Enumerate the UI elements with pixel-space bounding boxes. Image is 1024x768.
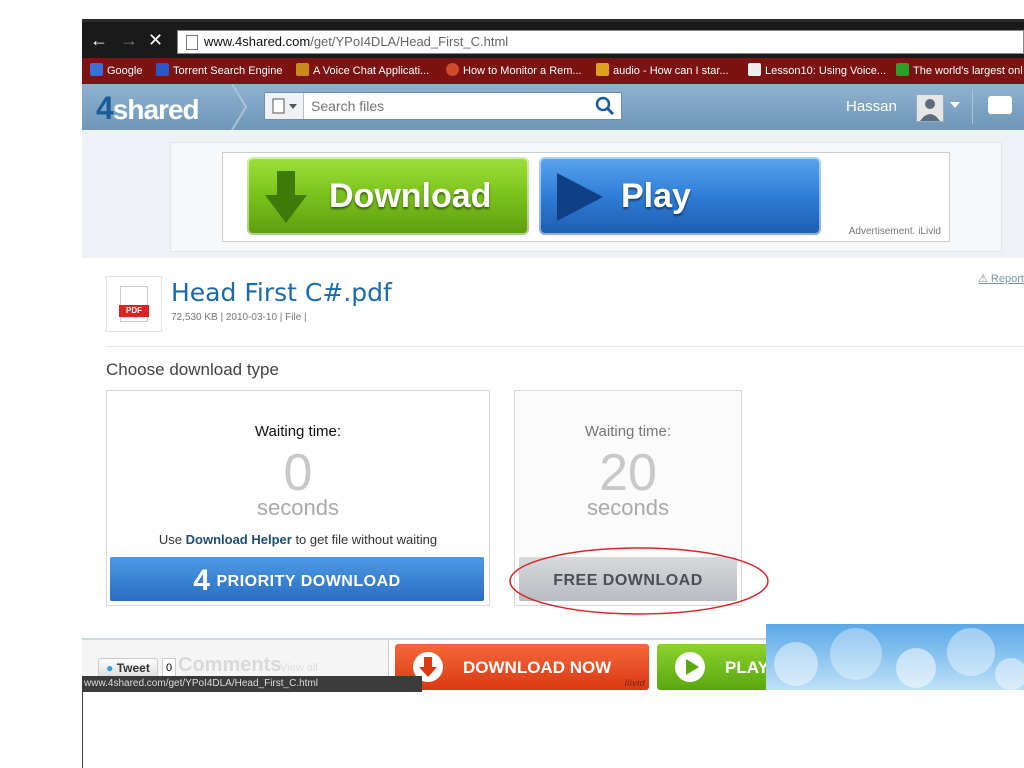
blank-area	[83, 692, 1024, 768]
highlight-ellipse	[509, 547, 769, 615]
browser-status-bar: www.4shared.com/get/YPoI4DLA/Head_First_…	[82, 676, 422, 692]
helper-suffix: to get file without waiting	[291, 532, 438, 547]
bookmark-label: Torrent Search Engine	[173, 65, 283, 77]
ilivid-mark: ilivid	[624, 678, 645, 688]
codeproject-icon	[296, 63, 309, 76]
ad-play-label: Play	[621, 177, 691, 215]
bubbles-ad-image[interactable]	[766, 624, 1024, 690]
window-edge	[82, 692, 83, 768]
tweet-label: Tweet	[116, 661, 150, 675]
waiting-time-label: Waiting time:	[254, 423, 342, 440]
download-arrow-icon	[265, 171, 307, 223]
bookmark-lesson10[interactable]: Lesson10: Using Voice...	[748, 63, 886, 77]
bookmarks-bar: Google Torrent Search Engine A Voice Cha…	[82, 58, 1024, 84]
download-now-label: DOWNLOAD NOW	[463, 658, 612, 677]
pdf-icon: PDF	[119, 286, 149, 322]
file-type-icon	[272, 98, 297, 114]
tweet-button[interactable]: ● Tweet	[98, 658, 158, 678]
page-icon	[748, 63, 761, 76]
priority-download-button[interactable]: 4 PRIORITY DOWNLOAD	[110, 557, 484, 601]
ad-download-label: Download	[329, 177, 492, 215]
stop-icon[interactable]: ✕	[148, 30, 163, 51]
report-label: Report	[990, 273, 1024, 285]
bookmark-label: The world's largest onl	[913, 65, 1023, 77]
priority-download-option: Waiting time: 0 seconds Use Download Hel…	[106, 390, 490, 606]
page-icon	[186, 35, 198, 50]
user-avatar-icon	[920, 99, 940, 121]
google-icon	[90, 63, 103, 76]
play-triangle-icon	[557, 173, 603, 221]
file-type-icon-box: PDF	[106, 276, 162, 332]
search-icon[interactable]	[595, 96, 615, 116]
view-all-link[interactable]: View all	[280, 662, 318, 674]
waiting-time-label: Waiting time:	[584, 423, 672, 440]
user-menu-chevron-icon[interactable]	[950, 102, 960, 108]
bubbles-art	[774, 628, 1024, 690]
twitter-icon: ●	[106, 661, 114, 675]
download-type-heading: Choose download type	[106, 360, 279, 379]
download-helper-link[interactable]: Download Helper	[186, 532, 292, 547]
avatar[interactable]	[916, 94, 944, 122]
url-path: /get/YPoI4DLA/Head_First_C.html	[310, 34, 509, 49]
logo-text: shared	[112, 94, 200, 125]
file-type-dropdown[interactable]	[265, 93, 304, 119]
tab-edge	[82, 16, 1024, 19]
download-now-ad-button[interactable]: DOWNLOAD NOW ilivid	[395, 644, 649, 690]
stackoverflow-icon	[596, 63, 609, 76]
chat-icon[interactable]	[988, 96, 1012, 114]
bookmark-google[interactable]: Google	[90, 63, 142, 77]
bottom-separator	[388, 640, 389, 676]
header-divider	[972, 90, 973, 124]
bookmark-label: Lesson10: Using Voice...	[765, 65, 887, 77]
pdf-tag: PDF	[119, 305, 149, 317]
username[interactable]: Hassan	[846, 98, 897, 115]
ad-play-button[interactable]: Play	[539, 157, 821, 235]
ad-attribution[interactable]: Advertisement. iLivid	[849, 226, 941, 237]
ad-area: Download Play Advertisement. iLivid	[82, 130, 1024, 258]
site-logo[interactable]: 4shared	[96, 90, 200, 127]
priority-download-label: PRIORITY DOWNLOAD	[216, 573, 401, 590]
bookmark-label: audio - How can I star...	[613, 65, 729, 77]
bookmark-site-icon	[896, 63, 909, 76]
ad-banner[interactable]: Download Play Advertisement. iLivid	[222, 152, 950, 242]
search-input[interactable]	[309, 96, 583, 116]
bookmark-voice-chat[interactable]: A Voice Chat Applicati...	[296, 63, 429, 77]
seconds-label: seconds	[257, 495, 339, 520]
report-link[interactable]: ⚠ Report	[978, 272, 1024, 285]
logo-four: 4	[96, 90, 114, 126]
divider	[106, 346, 1024, 347]
comments-title: Comments	[178, 654, 282, 676]
tweet-count: 0	[162, 658, 176, 678]
play-circle-icon	[675, 652, 705, 682]
chrome-icon	[446, 63, 459, 76]
ad-download-button[interactable]: Download	[247, 157, 529, 235]
file-meta: 72,530 KB | 2010-03-10 | File |	[171, 312, 307, 323]
forward-arrow-icon[interactable]: →	[120, 30, 138, 51]
warning-icon: ⚠	[978, 273, 991, 285]
bookmark-label: A Voice Chat Applicati...	[313, 65, 430, 77]
address-bar[interactable]: www.4shared.com/get/YPoI4DLA/Head_First_…	[177, 30, 1024, 54]
bookmark-worlds-largest[interactable]: The world's largest onl	[896, 63, 1023, 77]
browser-toolbar: ← → ✕ www.4shared.com/get/YPoI4DLA/Head_…	[82, 22, 1024, 59]
helper-prefix: Use	[158, 532, 186, 547]
download-helper-text: Use Download Helper to get file without …	[107, 532, 489, 547]
bookmark-torrent[interactable]: Torrent Search Engine	[156, 63, 282, 77]
file-name: Head First C#.pdf	[171, 278, 392, 307]
bookmark-label: How to Monitor a Rem...	[463, 65, 582, 77]
header-chevron-icon	[231, 84, 248, 130]
seconds-label: seconds	[587, 495, 669, 520]
torrent-icon	[156, 63, 169, 76]
bookmark-monitor[interactable]: How to Monitor a Rem...	[446, 63, 582, 77]
url-host: www.4shared.com	[204, 34, 311, 49]
site-header: 4shared Hassan	[82, 84, 1024, 130]
back-arrow-icon[interactable]: ←	[90, 30, 108, 51]
search-box	[264, 92, 622, 120]
bookmark-label: Google	[107, 65, 143, 77]
bookmark-audio[interactable]: audio - How can I star...	[596, 63, 729, 77]
priority-number-icon: 4	[193, 564, 211, 597]
waiting-seconds-value: 0	[283, 444, 313, 502]
waiting-seconds-value: 20	[599, 444, 657, 502]
